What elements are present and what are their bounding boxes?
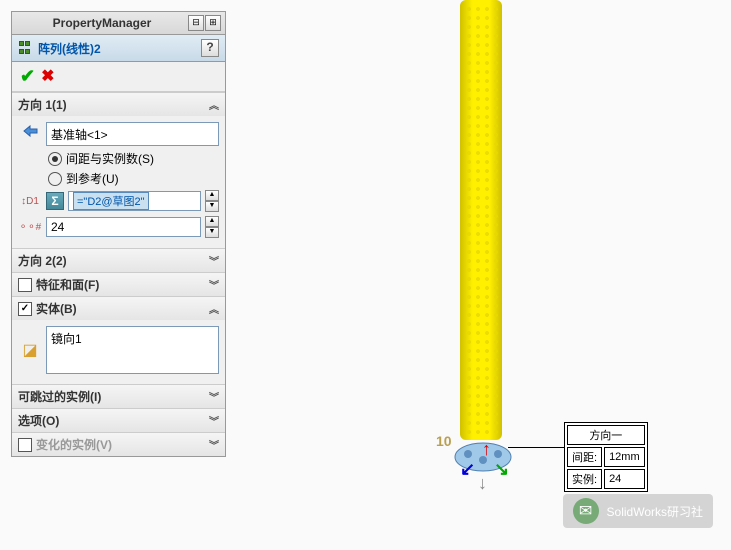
- section-features-faces: 特征和面(F) ︾: [12, 272, 225, 296]
- pin-icon[interactable]: ⊟: [188, 15, 204, 31]
- section-header-dir2[interactable]: 方向 2(2) ︾: [12, 249, 225, 272]
- equation-icon[interactable]: Σ: [46, 192, 64, 210]
- checkbox-varied[interactable]: [18, 438, 32, 452]
- section-skip-instances: 可跳过的实例(I) ︾: [12, 384, 225, 408]
- help-button[interactable]: ?: [201, 39, 219, 57]
- property-manager-panel: PropertyManager ⊟ ⊞ 阵列(线性)2 ? ✔ ✖ 方向 1(1…: [11, 11, 226, 457]
- section-header-features[interactable]: 特征和面(F) ︾: [12, 273, 225, 296]
- section-header-varied[interactable]: 变化的实例(V) ︾: [12, 433, 225, 456]
- callout-count-value[interactable]: 24: [604, 469, 645, 489]
- spacing-spinner[interactable]: ▲▼: [205, 190, 219, 212]
- body-icon: ◪: [18, 340, 42, 360]
- wechat-icon: ✉: [573, 498, 599, 524]
- section-header-skip[interactable]: 可跳过的实例(I) ︾: [12, 385, 225, 408]
- expand-icon[interactable]: ⊞: [205, 15, 221, 31]
- radio-spacing-instances[interactable]: 间距与实例数(S): [48, 150, 219, 167]
- checkbox-features[interactable]: [18, 278, 32, 292]
- callout-leader: [508, 447, 564, 448]
- collapse-icon: ︽: [209, 97, 219, 112]
- ok-button[interactable]: ✔: [20, 66, 35, 87]
- expand-icon: ︾: [209, 277, 219, 292]
- radio-on-icon: [48, 152, 62, 166]
- section-header-dir1[interactable]: 方向 1(1) ︽: [12, 93, 225, 116]
- bodies-list[interactable]: 镜向1: [46, 326, 219, 374]
- watermark: ✉ SolidWorks研习社: [563, 494, 713, 528]
- direction-reference-field[interactable]: 基准轴<1>: [46, 122, 219, 146]
- instances-icon: ⚬⚬#: [18, 217, 42, 237]
- radio-off-icon: [48, 172, 62, 186]
- section-options: 选项(O) ︾: [12, 408, 225, 432]
- spacing-input[interactable]: ="D2@草图2": [68, 191, 201, 211]
- section-direction2: 方向 2(2) ︾: [12, 248, 225, 272]
- radio-up-to-reference[interactable]: 到参考(U): [48, 170, 219, 187]
- expand-icon: ︾: [209, 413, 219, 428]
- section-header-options[interactable]: 选项(O) ︾: [12, 409, 225, 432]
- spacing-icon: ↕D1: [18, 191, 42, 211]
- checkbox-bodies[interactable]: [18, 302, 32, 316]
- expand-icon: ︾: [209, 437, 219, 452]
- graphics-viewport[interactable]: 10 ↑ ↙ ↘ ↓ 方向一 间距:12mm 实例:24 ✉ SolidWork…: [230, 0, 731, 550]
- callout-spacing-value[interactable]: 12mm: [604, 447, 645, 467]
- direction-callout[interactable]: 方向一 间距:12mm 实例:24: [564, 422, 648, 492]
- expand-icon: ︾: [209, 253, 219, 268]
- section-bodies: 实体(B) ︽ ◪ 镜向1: [12, 296, 225, 384]
- feature-title: 阵列(线性)2: [38, 40, 201, 57]
- direction-triad[interactable]: ↑ ↙ ↘ ↓: [460, 445, 510, 490]
- expand-icon: ︾: [209, 389, 219, 404]
- linear-pattern-icon: [18, 40, 34, 56]
- action-bar: ✔ ✖: [12, 62, 225, 92]
- feature-header: 阵列(线性)2 ?: [12, 35, 225, 62]
- reverse-direction-button[interactable]: [18, 124, 42, 144]
- pm-title: PropertyManager: [16, 16, 188, 30]
- section-varied-instances: 变化的实例(V) ︾: [12, 432, 225, 456]
- cancel-button[interactable]: ✖: [41, 66, 54, 87]
- pattern-preview-body: [460, 0, 502, 440]
- section-header-bodies[interactable]: 实体(B) ︽: [12, 297, 225, 320]
- instances-input[interactable]: 24: [46, 217, 201, 237]
- instances-spinner[interactable]: ▲▼: [205, 216, 219, 238]
- section-direction1: 方向 1(1) ︽ 基准轴<1> 间距与实例数(S) 到参考(U): [12, 92, 225, 248]
- collapse-icon: ︽: [209, 301, 219, 316]
- pm-header: PropertyManager ⊟ ⊞: [12, 12, 225, 35]
